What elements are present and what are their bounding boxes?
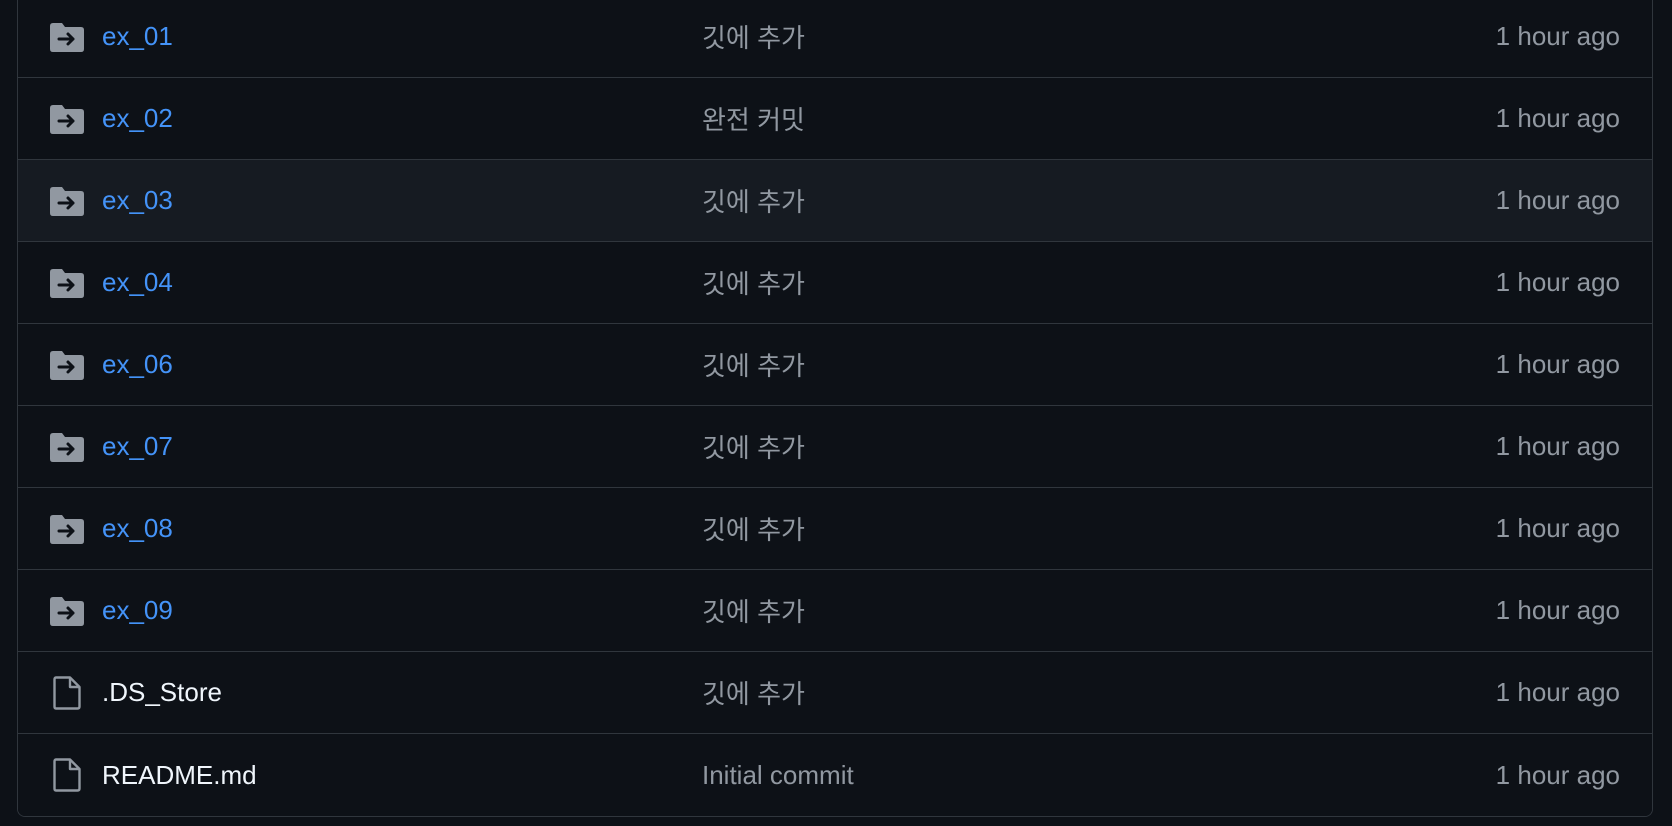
file-icon — [50, 758, 84, 792]
file-name-link[interactable]: ex_04 — [102, 267, 702, 298]
commit-message-link[interactable]: 깃에 추가 — [702, 346, 1496, 383]
file-name-link[interactable]: ex_08 — [102, 513, 702, 544]
folder-arrow-icon — [50, 20, 84, 54]
file-row[interactable]: ex_06 깃에 추가 1 hour ago — [18, 324, 1652, 406]
commit-age: 1 hour ago — [1495, 595, 1620, 625]
file-row[interactable]: ex_01 깃에 추가 1 hour ago — [18, 0, 1652, 78]
commit-age: 1 hour ago — [1495, 759, 1620, 790]
file-row[interactable]: ex_03 깃에 추가 1 hour ago — [18, 160, 1652, 242]
commit-message-link[interactable]: 깃에 추가 — [702, 428, 1496, 465]
commit-message-link[interactable]: 깃에 추가 — [702, 264, 1496, 301]
commit-age: 1 hour ago — [1495, 103, 1620, 133]
folder-arrow-icon — [50, 348, 84, 382]
file-name-link[interactable]: ex_06 — [102, 349, 702, 380]
commit-age: 1 hour ago — [1495, 677, 1620, 707]
file-row[interactable]: ex_09 깃에 추가 1 hour ago — [18, 570, 1652, 652]
commit-age: 1 hour ago — [1495, 267, 1620, 297]
commit-age: 1 hour ago — [1495, 431, 1620, 461]
file-row[interactable]: ex_02 완전 커밋 1 hour ago — [18, 78, 1652, 160]
file-name-link[interactable]: ex_09 — [102, 595, 702, 626]
commit-age: 1 hour ago — [1495, 513, 1620, 543]
file-name-link[interactable]: ex_03 — [102, 185, 702, 216]
commit-message-link[interactable]: 깃에 추가 — [702, 510, 1496, 547]
file-row[interactable]: ex_08 깃에 추가 1 hour ago — [18, 488, 1652, 570]
file-row[interactable]: README.md Initial commit 1 hour ago — [18, 734, 1652, 816]
folder-arrow-icon — [50, 184, 84, 218]
commit-age: 1 hour ago — [1495, 21, 1620, 51]
commit-message-link[interactable]: 깃에 추가 — [702, 182, 1496, 219]
file-name-link[interactable]: .DS_Store — [102, 677, 702, 708]
commit-age: 1 hour ago — [1495, 185, 1620, 215]
commit-message-link[interactable]: 깃에 추가 — [702, 674, 1496, 711]
file-name-link[interactable]: ex_07 — [102, 431, 702, 462]
file-row[interactable]: .DS_Store 깃에 추가 1 hour ago — [18, 652, 1652, 734]
file-row[interactable]: ex_04 깃에 추가 1 hour ago — [18, 242, 1652, 324]
file-name-link[interactable]: ex_02 — [102, 103, 702, 134]
commit-message-link[interactable]: 깃에 추가 — [702, 18, 1496, 55]
folder-arrow-icon — [50, 594, 84, 628]
commit-age: 1 hour ago — [1495, 349, 1620, 379]
folder-arrow-icon — [50, 512, 84, 546]
file-icon — [50, 675, 84, 710]
folder-arrow-icon — [50, 102, 84, 136]
folder-arrow-icon — [50, 430, 84, 464]
commit-message-link[interactable]: Initial commit — [702, 760, 1496, 791]
file-name-link[interactable]: ex_01 — [102, 21, 702, 52]
folder-arrow-icon — [50, 266, 84, 300]
file-row[interactable]: ex_07 깃에 추가 1 hour ago — [18, 406, 1652, 488]
file-name-link[interactable]: README.md — [102, 760, 702, 791]
commit-message-link[interactable]: 완전 커밋 — [702, 100, 1496, 137]
commit-message-link[interactable]: 깃에 추가 — [702, 592, 1496, 629]
file-list: ex_01 깃에 추가 1 hour ago ex_02 완전 커밋 1 hou… — [17, 0, 1653, 817]
